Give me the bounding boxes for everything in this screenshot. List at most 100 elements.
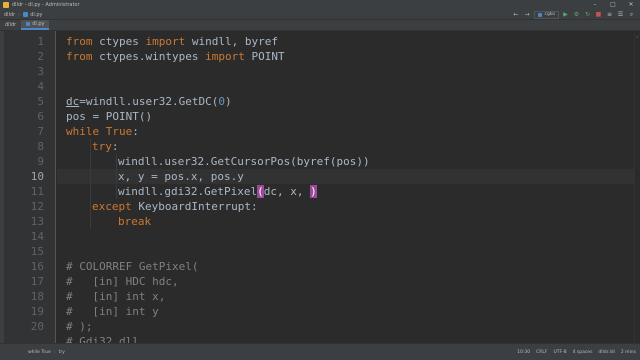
code-text: dc, x,: [263, 185, 311, 198]
run-config-select[interactable]: cgko: [534, 10, 559, 19]
tab-project[interactable]: dlldr: [0, 20, 21, 30]
back-button[interactable]: ←: [511, 11, 520, 19]
stop-button[interactable]: ■: [594, 11, 603, 19]
line-number: 19: [30, 305, 44, 318]
tab-project-label: dlldr: [5, 22, 17, 28]
code-line-6[interactable]: while True:: [66, 124, 139, 139]
code-line-4[interactable]: dc=windll.user32.GetDC(0): [66, 94, 232, 109]
title-bar: dlldr - dl.py - Administrator – □ ✕: [0, 0, 640, 10]
minimize-button[interactable]: –: [586, 0, 604, 10]
code-text: ctypes.wintypes: [92, 50, 206, 63]
line-number: 12: [30, 200, 44, 213]
status-bar: while True › try 10:30 CRLF UTF-8 4 spac…: [0, 343, 640, 360]
code-line-12[interactable]: break: [118, 214, 151, 229]
code-text: ctypes: [92, 35, 146, 48]
code-text: :: [111, 140, 119, 153]
breadcrumb-try[interactable]: try: [59, 350, 65, 355]
code-text: windll, byref: [185, 35, 278, 48]
line-number: 1: [37, 35, 44, 48]
code-text: dc: [66, 95, 80, 108]
search-icon[interactable]: ⌕: [627, 11, 636, 19]
indent-guide: [90, 139, 91, 229]
python-file-icon: [538, 12, 543, 17]
code-line-19[interactable]: # );: [66, 319, 93, 334]
line-number: 2: [37, 50, 44, 63]
keyword: True: [105, 125, 133, 138]
code-line-11[interactable]: except KeyboardInterrupt:: [92, 199, 258, 214]
code-editor[interactable]: from ctypes import windll, byref from ct…: [57, 31, 634, 343]
line-number: 11: [30, 185, 44, 198]
code-line-18[interactable]: # [in] int y: [66, 304, 159, 319]
line-number: 5: [37, 95, 44, 108]
tab-dl-py[interactable]: dl.py: [21, 20, 50, 30]
menu-button[interactable]: ☰: [616, 11, 625, 19]
line-number: 14: [30, 230, 44, 243]
run-button[interactable]: ▶: [561, 11, 570, 19]
number-literal: 0: [218, 95, 225, 108]
keyword: from: [66, 35, 93, 48]
code-line-8[interactable]: windll.user32.GetCursorPos(byref(pos)): [118, 154, 370, 169]
line-number-current: 10: [30, 170, 44, 183]
code-text: =windll.user32.GetDC(: [79, 95, 219, 108]
code-line-5[interactable]: pos = POINT(): [66, 109, 152, 124]
code-line-17[interactable]: # [in] int x,: [66, 289, 165, 304]
code-line-7[interactable]: try:: [92, 139, 119, 154]
indent-setting[interactable]: 4 spaces: [573, 350, 593, 355]
python-file-icon: [23, 12, 29, 17]
comment-text: Gdi32.dll: [79, 335, 139, 343]
tab-dl-py-label: dl.py: [32, 21, 45, 27]
comment-text: #: [66, 335, 80, 343]
code-line-2[interactable]: from ctypes.wintypes import POINT: [66, 49, 285, 64]
keyword: from: [66, 50, 93, 63]
code-text: windll.gdi32.GetPixel: [118, 185, 258, 198]
file-encoding[interactable]: UTF-8: [553, 350, 566, 355]
line-number: 13: [30, 215, 44, 228]
code-line-9[interactable]: x, y = pos.x, pos.y: [118, 169, 244, 184]
line-number: 6: [37, 110, 44, 123]
editor-tabs: dlldr dl.py: [0, 20, 640, 31]
maximize-button[interactable]: □: [604, 0, 622, 10]
check-icon: ✓: [636, 34, 640, 39]
keyword: import: [145, 35, 186, 48]
breadcrumb-while[interactable]: while True: [28, 350, 51, 355]
nav-project[interactable]: dlldr: [4, 12, 15, 18]
code-line-15[interactable]: # COLORREF GetPixel(: [66, 259, 198, 274]
keyword: import: [205, 50, 245, 63]
debug-button[interactable]: ⚙: [572, 11, 581, 19]
paren-highlight: ): [310, 185, 317, 198]
line-number-gutter: 1 2 3 4 5 6 7 8 9 10 11 12 13 14 15 16 1…: [4, 31, 56, 343]
line-separator[interactable]: CRLF: [536, 350, 547, 355]
code-line-20[interactable]: # Gdi32.dll: [66, 334, 139, 343]
line-number: 16: [30, 260, 44, 273]
status-indicators: 10:30 CRLF UTF-8 4 spaces dlldr.idi 2 mi…: [511, 350, 640, 355]
code-text: KeyboardInterrupt:: [131, 200, 258, 213]
toolbar-actions: ← → cgko ▶ ⚙ ↻ ■ ≡ ☰ ⌕: [509, 10, 640, 19]
line-number: 20: [30, 320, 44, 333]
close-button[interactable]: ✕: [622, 0, 640, 10]
code-line-16[interactable]: # [in] HDC hdc,: [66, 274, 179, 289]
window-controls: – □ ✕: [586, 0, 640, 10]
line-number: 3: [37, 65, 44, 78]
nav-file-label: dl.py: [30, 11, 43, 18]
indent-guide: [116, 154, 117, 199]
cursor-position[interactable]: 10:30: [517, 350, 530, 355]
status-breadcrumb: while True › try: [0, 350, 68, 355]
code-text: POINT: [244, 50, 285, 63]
status-misc[interactable]: 2 mins: [621, 350, 636, 355]
interpreter-selector[interactable]: dlldr.idi: [598, 350, 614, 355]
line-number: 7: [37, 125, 44, 138]
rerun-button[interactable]: ↻: [583, 11, 592, 19]
code-text: :: [132, 125, 139, 138]
line-number: 8: [37, 140, 44, 153]
nav-file[interactable]: dl.py: [23, 12, 42, 18]
code-line-10[interactable]: windll.gdi32.GetPixel(dc, x, ): [118, 184, 317, 199]
structure-button[interactable]: ≡: [605, 11, 614, 19]
breadcrumb-separator: ›: [53, 349, 56, 355]
keyword: except: [92, 200, 132, 213]
code-line-1[interactable]: from ctypes import windll, byref: [66, 34, 278, 49]
paren-highlight: (: [257, 185, 264, 198]
line-number: 9: [37, 155, 44, 168]
keyword: while: [66, 125, 100, 138]
forward-button[interactable]: →: [522, 11, 531, 19]
run-config-label: cgko: [544, 11, 555, 17]
